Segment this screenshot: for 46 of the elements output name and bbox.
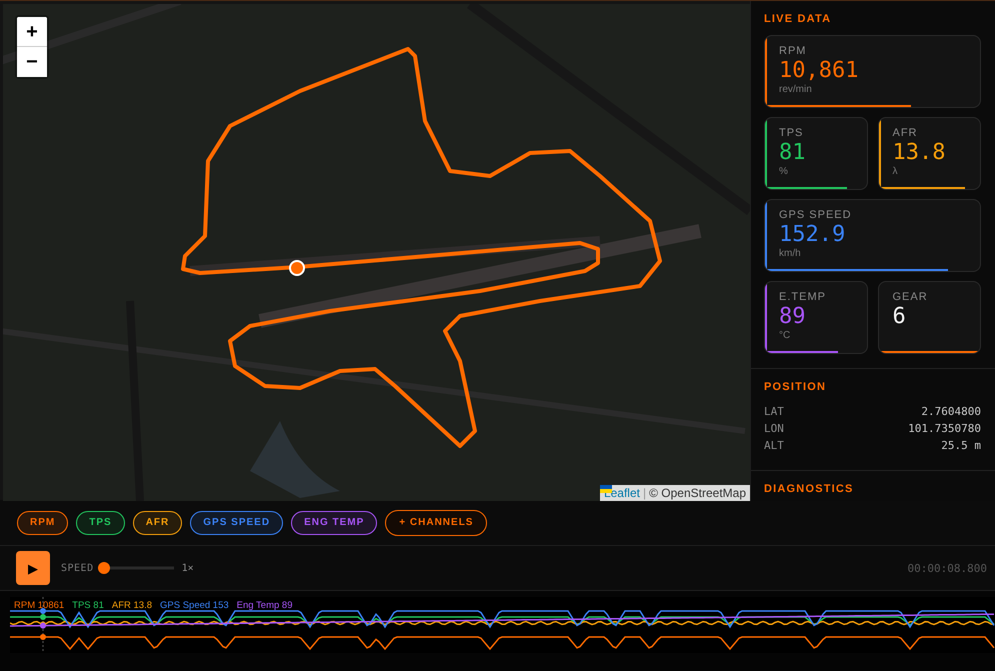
- metric-label: E.TEMP: [779, 291, 826, 303]
- slider-thumb[interactable]: [98, 562, 110, 574]
- metric-label: GPS SPEED: [779, 209, 852, 221]
- channel-chip[interactable]: RPM: [17, 510, 68, 534]
- speed-value: 1×: [182, 562, 194, 574]
- legend-label: AFR 13.8: [112, 600, 152, 611]
- playback-time: 00:00:08.800: [908, 562, 987, 574]
- channel-chip[interactable]: GPS SPEED: [190, 510, 284, 534]
- position-marker: [289, 260, 305, 276]
- legend-label: Eng Temp 89: [236, 600, 292, 611]
- metric-label: GEAR: [892, 291, 928, 303]
- channel-chip[interactable]: TPS: [76, 510, 125, 534]
- position-value: 101.7350780: [908, 421, 981, 437]
- metric-value: 89: [779, 304, 806, 330]
- metric-value: 81: [779, 140, 806, 166]
- metric-label: TPS: [779, 127, 804, 139]
- add-channels-button[interactable]: + CHANNELS: [385, 510, 488, 536]
- metric-label: AFR: [892, 127, 918, 139]
- channel-chip[interactable]: AFR: [132, 510, 182, 534]
- metric-unit: km/h: [779, 248, 801, 259]
- position-label: ALT: [764, 438, 784, 454]
- legend-label: TPS 81: [72, 600, 104, 611]
- legend-label: RPM 10861: [14, 600, 64, 611]
- metric-value: 152.9: [779, 222, 846, 248]
- attribution-text: © OpenStreetMap: [649, 486, 746, 500]
- metric-unit: λ: [892, 166, 898, 177]
- metric-label: RPM: [779, 45, 806, 57]
- speed-label: SPEED: [61, 562, 94, 574]
- metric-unit: %: [779, 166, 788, 177]
- attribution-separator: |: [642, 486, 646, 500]
- section-title: LIVE DATA: [764, 13, 832, 25]
- metric-unit: °C: [779, 330, 790, 341]
- legend-label: GPS Speed 153: [160, 600, 229, 611]
- channel-chip[interactable]: ENG TEMP: [291, 510, 378, 534]
- position-value: 25.5 m: [941, 438, 981, 454]
- position-value: 2.7604800: [921, 404, 981, 420]
- metric-value: 6: [892, 304, 906, 330]
- zoom-in-button[interactable]: +: [17, 17, 47, 47]
- metric-value: 10,861: [779, 58, 858, 84]
- metric-value: 13.8: [892, 140, 946, 166]
- section-title: DIAGNOSTICS: [764, 483, 855, 495]
- metric-unit: rev/min: [779, 84, 812, 95]
- position-label: LAT: [764, 404, 784, 420]
- play-button[interactable]: ▶: [16, 551, 50, 585]
- section-title: POSITION: [764, 381, 828, 393]
- position-label: LON: [764, 421, 784, 437]
